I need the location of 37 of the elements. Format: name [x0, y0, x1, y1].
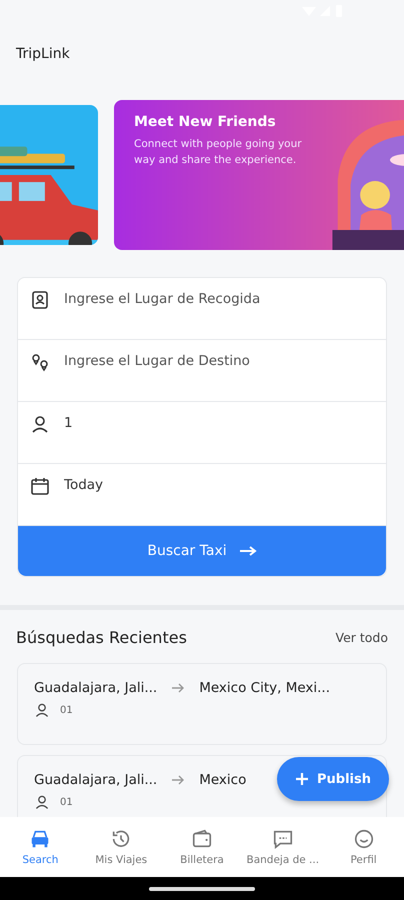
- nav-tab[interactable]: Perfil: [323, 817, 404, 877]
- origin-text: Guadalajara, Jali...: [34, 680, 158, 696]
- destination-text: Mexico City, Mexi...: [199, 680, 330, 696]
- banner-text: Connect with people going your way and share the experience.: [134, 137, 303, 168]
- search-taxi-button[interactable]: Buscar Taxi: [18, 526, 386, 576]
- calendar-icon: [30, 476, 50, 496]
- form-field[interactable]: Ingrese el Lugar de Destino: [64, 353, 374, 369]
- person-icon: [30, 414, 50, 434]
- plus-icon: [295, 772, 309, 786]
- see-all-link[interactable]: Ver todo: [335, 630, 388, 645]
- wallet-icon: [190, 828, 213, 850]
- origin-text: Guadalajara, Jali...: [34, 772, 158, 788]
- banner-title: Meet New Friends: [134, 114, 277, 130]
- nav-tab[interactable]: Billetera: [162, 817, 242, 877]
- form-field[interactable]: Today: [64, 477, 374, 493]
- person-icon: [34, 794, 50, 810]
- passenger-count: 01: [60, 704, 73, 716]
- smiley-icon: [352, 828, 375, 850]
- nav-tab[interactable]: Mis Viajes: [80, 817, 162, 877]
- recent-search-card[interactable]: Guadalajara, Jali... Mexico City, Mexi... 01: [17, 663, 387, 745]
- arrow-right-icon: [238, 545, 257, 557]
- form-field[interactable]: 1: [64, 415, 374, 431]
- arrow-right-icon: [171, 682, 186, 694]
- section-title: Búsquedas Recientes: [16, 628, 187, 647]
- passenger-count: 01: [60, 796, 73, 808]
- id-card-icon: [30, 290, 50, 310]
- message-icon: [272, 828, 294, 850]
- nav-tab[interactable]: Bandeja de ...: [242, 817, 324, 877]
- publish-button[interactable]: Publish: [277, 757, 389, 801]
- app-title: TripLink: [16, 46, 70, 62]
- arrow-right-icon: [171, 774, 186, 786]
- person-icon: [34, 702, 50, 718]
- car-icon: [29, 828, 52, 850]
- nav-tab[interactable]: Search: [0, 817, 81, 877]
- route-pins-icon: [30, 352, 50, 372]
- form-field[interactable]: Ingrese el Lugar de Recogida: [64, 291, 374, 307]
- destination-text: Mexico: [199, 772, 246, 788]
